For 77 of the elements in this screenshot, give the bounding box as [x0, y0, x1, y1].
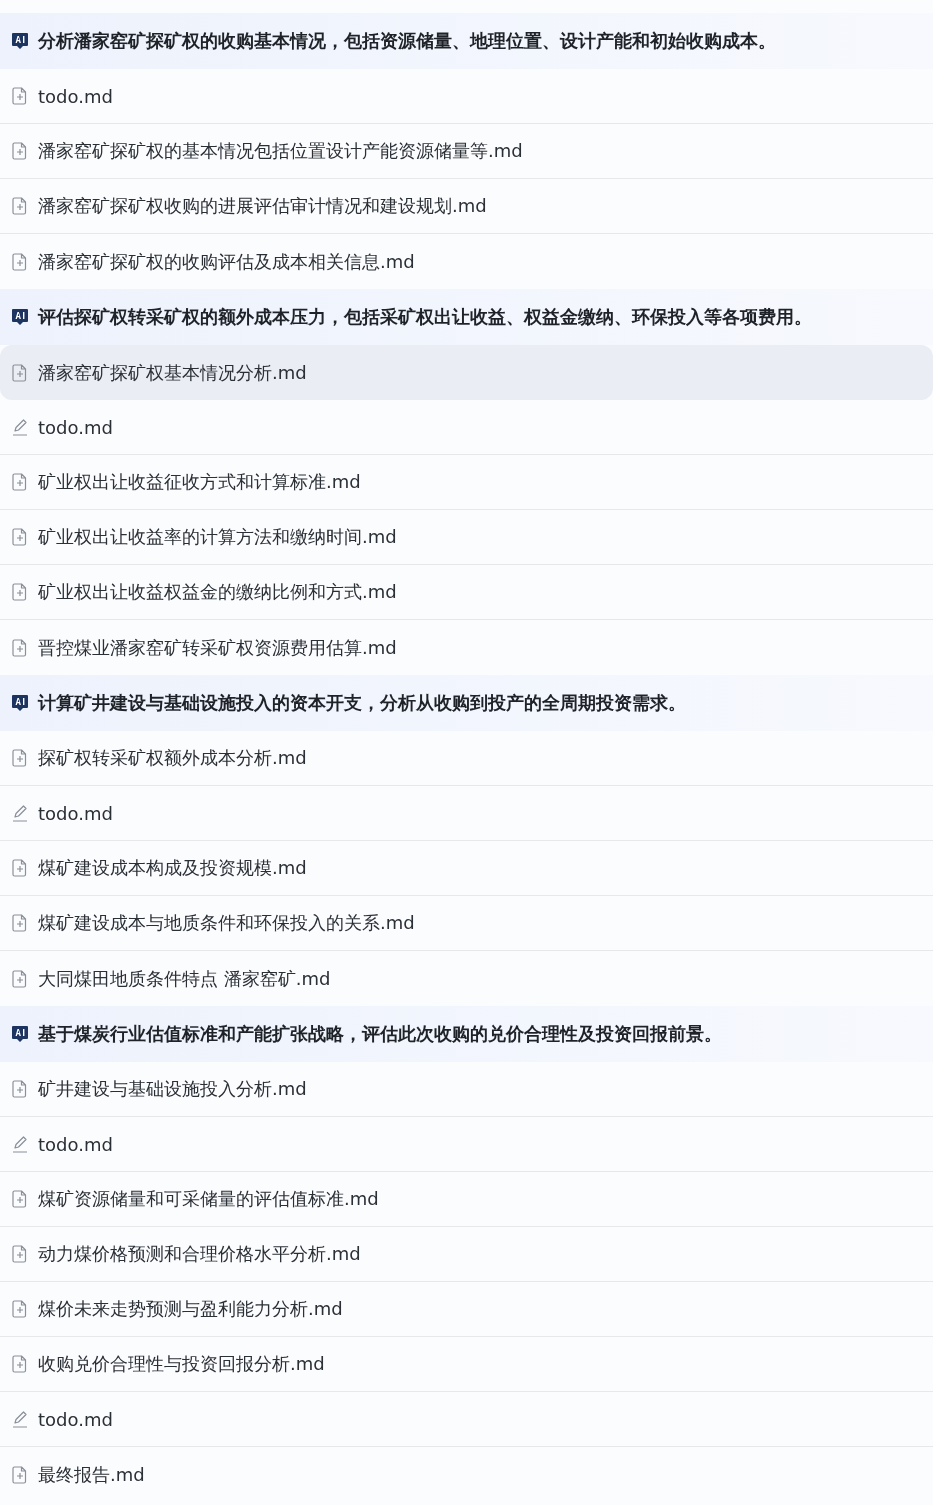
task-title: 分析潘家窑矿探矿权的收购基本情况，包括资源储量、地理位置、设计产能和初始收购成本。: [38, 29, 776, 53]
file-item[interactable]: 矿业权出让收益率的计算方法和缴纳时间.md: [0, 510, 933, 565]
file-plus-icon: [12, 473, 28, 491]
file-name: 煤矿建设成本构成及投资规模.md: [38, 856, 307, 880]
ai-icon: [10, 307, 30, 327]
file-plus-icon: [12, 1465, 28, 1484]
file-name: 矿业权出让收益权益金的缴纳比例和方式.md: [38, 580, 397, 604]
file-item[interactable]: 收购兑价合理性与投资回报分析.md: [0, 1337, 933, 1392]
file-item[interactable]: 煤矿资源储量和可采储量的评估值标准.md: [0, 1172, 933, 1227]
file-name: 大同煤田地质条件特点 潘家窑矿.md: [38, 966, 331, 991]
file-plus-icon: [12, 528, 28, 546]
file-plus-icon: [12, 859, 28, 877]
pencil-icon: [12, 418, 28, 436]
file-plus-icon: [12, 197, 28, 215]
file-item[interactable]: 潘家窑矿探矿权基本情况分析.md: [0, 345, 933, 400]
file-name: 矿井建设与基础设施投入分析.md: [38, 1077, 307, 1101]
file-item[interactable]: todo.md: [0, 1117, 933, 1172]
file-item[interactable]: 矿业权出让收益权益金的缴纳比例和方式.md: [0, 565, 933, 620]
ai-icon: [10, 1024, 30, 1044]
file-plus-icon: [12, 1300, 28, 1318]
file-plus-icon: [12, 142, 28, 160]
file-name: 煤矿资源储量和可采储量的评估值标准.md: [38, 1187, 379, 1211]
file-name: todo.md: [38, 85, 113, 107]
task-title: 评估探矿权转采矿权的额外成本压力，包括采矿权出让收益、权益金缴纳、环保投入等各项费用。: [38, 305, 812, 329]
file-name: todo.md: [38, 1133, 113, 1155]
file-item[interactable]: 大同煤田地质条件特点 潘家窑矿.md: [0, 951, 933, 1006]
file-name: todo.md: [38, 416, 113, 438]
file-plus-icon: [12, 749, 28, 767]
file-item[interactable]: 潘家窑矿探矿权收购的进展评估审计情况和建设规划.md: [0, 179, 933, 234]
file-name: 收购兑价合理性与投资回报分析.md: [38, 1352, 325, 1376]
task-title: 计算矿井建设与基础设施投入的资本开支，分析从收购到投产的全周期投资需求。: [38, 691, 686, 715]
file-plus-icon: [12, 914, 28, 932]
pencil-icon: [12, 1135, 28, 1153]
file-item[interactable]: todo.md: [0, 786, 933, 841]
file-name: 矿业权出让收益征收方式和计算标准.md: [38, 470, 361, 494]
file-item[interactable]: todo.md: [0, 1392, 933, 1447]
file-plus-icon: [12, 969, 28, 988]
file-plus-icon: [12, 1190, 28, 1208]
file-item[interactable]: 矿业权出让收益征收方式和计算标准.md: [0, 455, 933, 510]
ai-icon: [10, 31, 30, 51]
file-item[interactable]: 矿井建设与基础设施投入分析.md: [0, 1062, 933, 1117]
file-item[interactable]: 动力煤价格预测和合理价格水平分析.md: [0, 1227, 933, 1282]
file-item[interactable]: 潘家窑矿探矿权的基本情况包括位置设计产能资源储量等.md: [0, 124, 933, 179]
file-item[interactable]: 煤矿建设成本构成及投资规模.md: [0, 841, 933, 896]
file-name: todo.md: [38, 1408, 113, 1430]
file-name: 潘家窑矿探矿权基本情况分析.md: [38, 360, 307, 385]
file-item[interactable]: 煤矿建设成本与地质条件和环保投入的关系.md: [0, 896, 933, 951]
file-name: 潘家窑矿探矿权的基本情况包括位置设计产能资源储量等.md: [38, 139, 523, 163]
task-title: 基于煤炭行业估值标准和产能扩张战略，评估此次收购的兑价合理性及投资回报前景。: [38, 1022, 722, 1046]
file-name: 潘家窑矿探矿权收购的进展评估审计情况和建设规划.md: [38, 194, 487, 218]
file-plus-icon: [12, 638, 28, 657]
file-plus-icon: [12, 1245, 28, 1263]
file-plus-icon: [12, 1355, 28, 1373]
file-item[interactable]: todo.md: [0, 400, 933, 455]
file-item[interactable]: 探矿权转采矿权额外成本分析.md: [0, 731, 933, 786]
file-name: 潘家窑矿探矿权的收购评估及成本相关信息.md: [38, 249, 415, 274]
file-item[interactable]: 晋控煤业潘家窑矿转采矿权资源费用估算.md: [0, 620, 933, 675]
file-item[interactable]: todo.md: [0, 69, 933, 124]
pencil-icon: [12, 1410, 28, 1428]
file-name: 煤矿建设成本与地质条件和环保投入的关系.md: [38, 911, 415, 935]
file-plus-icon: [12, 87, 28, 105]
file-plus-icon: [12, 583, 28, 601]
file-item[interactable]: 最终报告.md: [0, 1447, 933, 1502]
file-name: 动力煤价格预测和合理价格水平分析.md: [38, 1242, 361, 1266]
file-name: todo.md: [38, 802, 113, 824]
file-name: 矿业权出让收益率的计算方法和缴纳时间.md: [38, 525, 397, 549]
file-name: 煤价未来走势预测与盈利能力分析.md: [38, 1297, 343, 1321]
file-name: 探矿权转采矿权额外成本分析.md: [38, 746, 307, 770]
file-plus-icon: [12, 252, 28, 271]
file-name: 晋控煤业潘家窑矿转采矿权资源费用估算.md: [38, 635, 397, 660]
ai-icon: [10, 693, 30, 713]
file-item[interactable]: 潘家窑矿探矿权的收购评估及成本相关信息.md: [0, 234, 933, 289]
file-plus-icon: [12, 363, 28, 382]
pencil-icon: [12, 804, 28, 822]
file-item[interactable]: 煤价未来走势预测与盈利能力分析.md: [0, 1282, 933, 1337]
file-plus-icon: [12, 1080, 28, 1098]
file-name: 最终报告.md: [38, 1462, 145, 1487]
